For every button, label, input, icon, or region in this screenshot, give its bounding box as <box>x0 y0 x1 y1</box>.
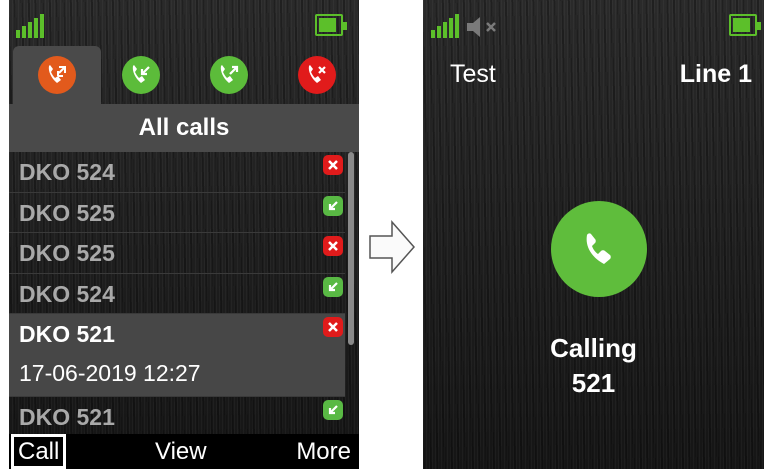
call-list-item[interactable]: DKO 524 <box>9 274 345 314</box>
incoming-call-icon <box>122 56 160 94</box>
call-softkey[interactable]: Call <box>11 434 67 469</box>
missed-call-icon <box>323 317 343 337</box>
call-list: DKO 524 DKO 525 DKO 525 DKO 524 DKO 521 … <box>9 152 345 438</box>
caller-name: DKO 525 <box>19 240 115 266</box>
softkey-bar: Call View More <box>9 434 359 469</box>
incoming-call-icon <box>323 195 343 216</box>
caller-name: DKO 525 <box>19 199 115 226</box>
all-calls-icon <box>38 56 76 94</box>
call-timestamp: 17-06-2019 12:27 <box>19 360 201 386</box>
caller-name: DKO 524 <box>19 280 115 307</box>
signal-strength-icon <box>16 14 44 38</box>
phone-name-label: Test <box>450 60 496 88</box>
battery-icon <box>315 14 347 36</box>
outgoing-call-icon <box>210 56 248 94</box>
call-list-item-selected[interactable]: DKO 521 17-06-2019 12:27 <box>9 314 345 397</box>
battery-icon <box>729 14 761 36</box>
tab-incoming-calls[interactable] <box>97 46 185 104</box>
outgoing-call-screen: Test Line 1 Calling 521 <box>423 0 764 469</box>
line-label: Line 1 <box>679 60 752 88</box>
scrollbar[interactable] <box>348 152 354 345</box>
tab-all-calls[interactable] <box>13 46 101 104</box>
phone-call-icon <box>551 201 647 297</box>
caller-name: DKO 521 <box>19 404 115 430</box>
speaker-muted-icon <box>467 17 496 37</box>
missed-call-icon <box>298 56 336 94</box>
transition-arrow-icon <box>369 220 415 274</box>
call-log-screen: All calls DKO 524 DKO 525 DKO 525 DKO 52… <box>9 0 359 469</box>
view-softkey[interactable]: View <box>155 438 207 466</box>
more-softkey[interactable]: More <box>296 438 351 466</box>
call-filter-tabs <box>9 46 359 104</box>
tab-missed-calls[interactable] <box>273 46 359 104</box>
call-state-label: Calling <box>550 333 637 363</box>
incoming-call-icon <box>323 400 343 420</box>
call-list-item[interactable]: DKO 525 <box>9 233 345 274</box>
called-number-label: 521 <box>571 368 616 398</box>
page-title: All calls <box>9 104 359 152</box>
missed-call-icon <box>323 236 343 256</box>
caller-name: DKO 521 <box>19 321 115 347</box>
call-list-item[interactable]: DKO 525 <box>9 193 345 233</box>
caller-name: DKO 524 <box>19 159 115 185</box>
call-list-item[interactable]: DKO 524 <box>9 152 345 193</box>
incoming-call-icon <box>323 276 343 297</box>
missed-call-icon <box>323 155 343 175</box>
signal-strength-icon <box>431 14 459 38</box>
call-list-item[interactable]: DKO 521 <box>9 397 345 438</box>
tab-outgoing-calls[interactable] <box>185 46 273 104</box>
